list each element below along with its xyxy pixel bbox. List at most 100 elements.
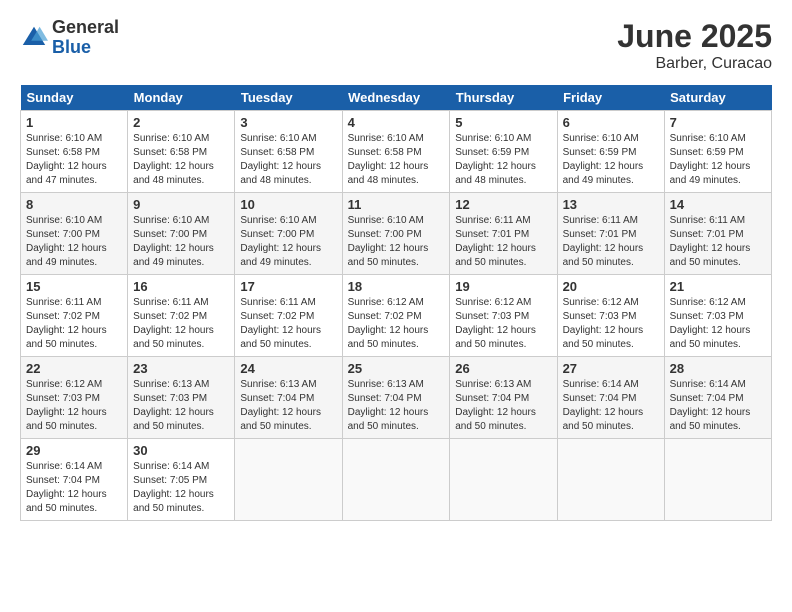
table-row: 10 Sunrise: 6:10 AMSunset: 7:00 PMDaylig… <box>235 193 342 275</box>
day-info: Sunrise: 6:12 AMSunset: 7:03 PMDaylight:… <box>26 379 107 432</box>
table-row: 14 Sunrise: 6:11 AMSunset: 7:01 PMDaylig… <box>664 193 771 275</box>
day-number: 26 <box>455 361 551 376</box>
day-info: Sunrise: 6:13 AMSunset: 7:03 PMDaylight:… <box>133 379 214 432</box>
table-row: 26 Sunrise: 6:13 AMSunset: 7:04 PMDaylig… <box>450 357 557 439</box>
calendar-row: 22 Sunrise: 6:12 AMSunset: 7:03 PMDaylig… <box>21 357 772 439</box>
day-info: Sunrise: 6:11 AMSunset: 7:02 PMDaylight:… <box>133 297 214 350</box>
day-number: 12 <box>455 197 551 212</box>
day-info: Sunrise: 6:13 AMSunset: 7:04 PMDaylight:… <box>348 379 429 432</box>
day-info: Sunrise: 6:14 AMSunset: 7:05 PMDaylight:… <box>133 461 214 514</box>
table-row: 19 Sunrise: 6:12 AMSunset: 7:03 PMDaylig… <box>450 275 557 357</box>
table-row: 28 Sunrise: 6:14 AMSunset: 7:04 PMDaylig… <box>664 357 771 439</box>
table-row: 4 Sunrise: 6:10 AMSunset: 6:58 PMDayligh… <box>342 111 450 193</box>
day-info: Sunrise: 6:10 AMSunset: 6:59 PMDaylight:… <box>455 133 536 186</box>
table-row: 30 Sunrise: 6:14 AMSunset: 7:05 PMDaylig… <box>128 439 235 521</box>
table-row: 6 Sunrise: 6:10 AMSunset: 6:59 PMDayligh… <box>557 111 664 193</box>
header-thursday: Thursday <box>450 85 557 111</box>
day-info: Sunrise: 6:11 AMSunset: 7:01 PMDaylight:… <box>455 215 536 268</box>
day-info: Sunrise: 6:10 AMSunset: 6:58 PMDaylight:… <box>133 133 214 186</box>
table-row <box>450 439 557 521</box>
day-number: 4 <box>348 115 445 130</box>
day-number: 5 <box>455 115 551 130</box>
day-info: Sunrise: 6:10 AMSunset: 6:58 PMDaylight:… <box>348 133 429 186</box>
day-number: 6 <box>563 115 659 130</box>
calendar-table: Sunday Monday Tuesday Wednesday Thursday… <box>20 85 772 521</box>
day-info: Sunrise: 6:10 AMSunset: 7:00 PMDaylight:… <box>348 215 429 268</box>
day-info: Sunrise: 6:10 AMSunset: 6:59 PMDaylight:… <box>563 133 644 186</box>
page-container: General Blue June 2025 Barber, Curacao S… <box>0 0 792 531</box>
table-row <box>664 439 771 521</box>
table-row: 2 Sunrise: 6:10 AMSunset: 6:58 PMDayligh… <box>128 111 235 193</box>
day-info: Sunrise: 6:12 AMSunset: 7:03 PMDaylight:… <box>455 297 536 350</box>
logo-text: General Blue <box>52 18 119 58</box>
title-block: June 2025 Barber, Curacao <box>617 18 772 73</box>
calendar-row: 8 Sunrise: 6:10 AMSunset: 7:00 PMDayligh… <box>21 193 772 275</box>
day-info: Sunrise: 6:11 AMSunset: 7:02 PMDaylight:… <box>240 297 321 350</box>
header-tuesday: Tuesday <box>235 85 342 111</box>
header-saturday: Saturday <box>664 85 771 111</box>
table-row <box>342 439 450 521</box>
day-info: Sunrise: 6:10 AMSunset: 6:58 PMDaylight:… <box>240 133 321 186</box>
table-row: 16 Sunrise: 6:11 AMSunset: 7:02 PMDaylig… <box>128 275 235 357</box>
table-row: 5 Sunrise: 6:10 AMSunset: 6:59 PMDayligh… <box>450 111 557 193</box>
day-number: 22 <box>26 361 122 376</box>
table-row <box>557 439 664 521</box>
day-number: 29 <box>26 443 122 458</box>
day-info: Sunrise: 6:11 AMSunset: 7:01 PMDaylight:… <box>563 215 644 268</box>
day-number: 16 <box>133 279 229 294</box>
day-number: 19 <box>455 279 551 294</box>
table-row: 9 Sunrise: 6:10 AMSunset: 7:00 PMDayligh… <box>128 193 235 275</box>
day-number: 21 <box>670 279 766 294</box>
day-info: Sunrise: 6:11 AMSunset: 7:01 PMDaylight:… <box>670 215 751 268</box>
day-info: Sunrise: 6:10 AMSunset: 7:00 PMDaylight:… <box>240 215 321 268</box>
table-row: 23 Sunrise: 6:13 AMSunset: 7:03 PMDaylig… <box>128 357 235 439</box>
table-row: 3 Sunrise: 6:10 AMSunset: 6:58 PMDayligh… <box>235 111 342 193</box>
table-row: 18 Sunrise: 6:12 AMSunset: 7:02 PMDaylig… <box>342 275 450 357</box>
day-number: 14 <box>670 197 766 212</box>
table-row: 13 Sunrise: 6:11 AMSunset: 7:01 PMDaylig… <box>557 193 664 275</box>
table-row: 20 Sunrise: 6:12 AMSunset: 7:03 PMDaylig… <box>557 275 664 357</box>
day-info: Sunrise: 6:10 AMSunset: 7:00 PMDaylight:… <box>26 215 107 268</box>
day-number: 15 <box>26 279 122 294</box>
day-number: 10 <box>240 197 336 212</box>
day-number: 9 <box>133 197 229 212</box>
header-monday: Monday <box>128 85 235 111</box>
day-info: Sunrise: 6:12 AMSunset: 7:02 PMDaylight:… <box>348 297 429 350</box>
day-info: Sunrise: 6:14 AMSunset: 7:04 PMDaylight:… <box>670 379 751 432</box>
day-info: Sunrise: 6:10 AMSunset: 6:58 PMDaylight:… <box>26 133 107 186</box>
calendar-row: 1 Sunrise: 6:10 AMSunset: 6:58 PMDayligh… <box>21 111 772 193</box>
header-friday: Friday <box>557 85 664 111</box>
table-row: 1 Sunrise: 6:10 AMSunset: 6:58 PMDayligh… <box>21 111 128 193</box>
day-number: 30 <box>133 443 229 458</box>
day-info: Sunrise: 6:13 AMSunset: 7:04 PMDaylight:… <box>240 379 321 432</box>
table-row: 21 Sunrise: 6:12 AMSunset: 7:03 PMDaylig… <box>664 275 771 357</box>
day-number: 20 <box>563 279 659 294</box>
day-info: Sunrise: 6:13 AMSunset: 7:04 PMDaylight:… <box>455 379 536 432</box>
day-info: Sunrise: 6:10 AMSunset: 7:00 PMDaylight:… <box>133 215 214 268</box>
table-row: 12 Sunrise: 6:11 AMSunset: 7:01 PMDaylig… <box>450 193 557 275</box>
location-subtitle: Barber, Curacao <box>617 55 772 73</box>
table-row: 29 Sunrise: 6:14 AMSunset: 7:04 PMDaylig… <box>21 439 128 521</box>
day-number: 24 <box>240 361 336 376</box>
calendar-row: 15 Sunrise: 6:11 AMSunset: 7:02 PMDaylig… <box>21 275 772 357</box>
day-info: Sunrise: 6:14 AMSunset: 7:04 PMDaylight:… <box>563 379 644 432</box>
logo-general: General <box>52 18 119 38</box>
day-number: 8 <box>26 197 122 212</box>
logo-icon <box>20 24 48 52</box>
day-number: 17 <box>240 279 336 294</box>
table-row: 8 Sunrise: 6:10 AMSunset: 7:00 PMDayligh… <box>21 193 128 275</box>
calendar-row: 29 Sunrise: 6:14 AMSunset: 7:04 PMDaylig… <box>21 439 772 521</box>
table-row: 22 Sunrise: 6:12 AMSunset: 7:03 PMDaylig… <box>21 357 128 439</box>
day-number: 1 <box>26 115 122 130</box>
day-number: 25 <box>348 361 445 376</box>
logo-blue: Blue <box>52 38 119 58</box>
table-row <box>235 439 342 521</box>
table-row: 24 Sunrise: 6:13 AMSunset: 7:04 PMDaylig… <box>235 357 342 439</box>
day-number: 27 <box>563 361 659 376</box>
day-number: 18 <box>348 279 445 294</box>
day-info: Sunrise: 6:14 AMSunset: 7:04 PMDaylight:… <box>26 461 107 514</box>
day-info: Sunrise: 6:12 AMSunset: 7:03 PMDaylight:… <box>670 297 751 350</box>
month-title: June 2025 <box>617 18 772 55</box>
day-number: 7 <box>670 115 766 130</box>
table-row: 27 Sunrise: 6:14 AMSunset: 7:04 PMDaylig… <box>557 357 664 439</box>
